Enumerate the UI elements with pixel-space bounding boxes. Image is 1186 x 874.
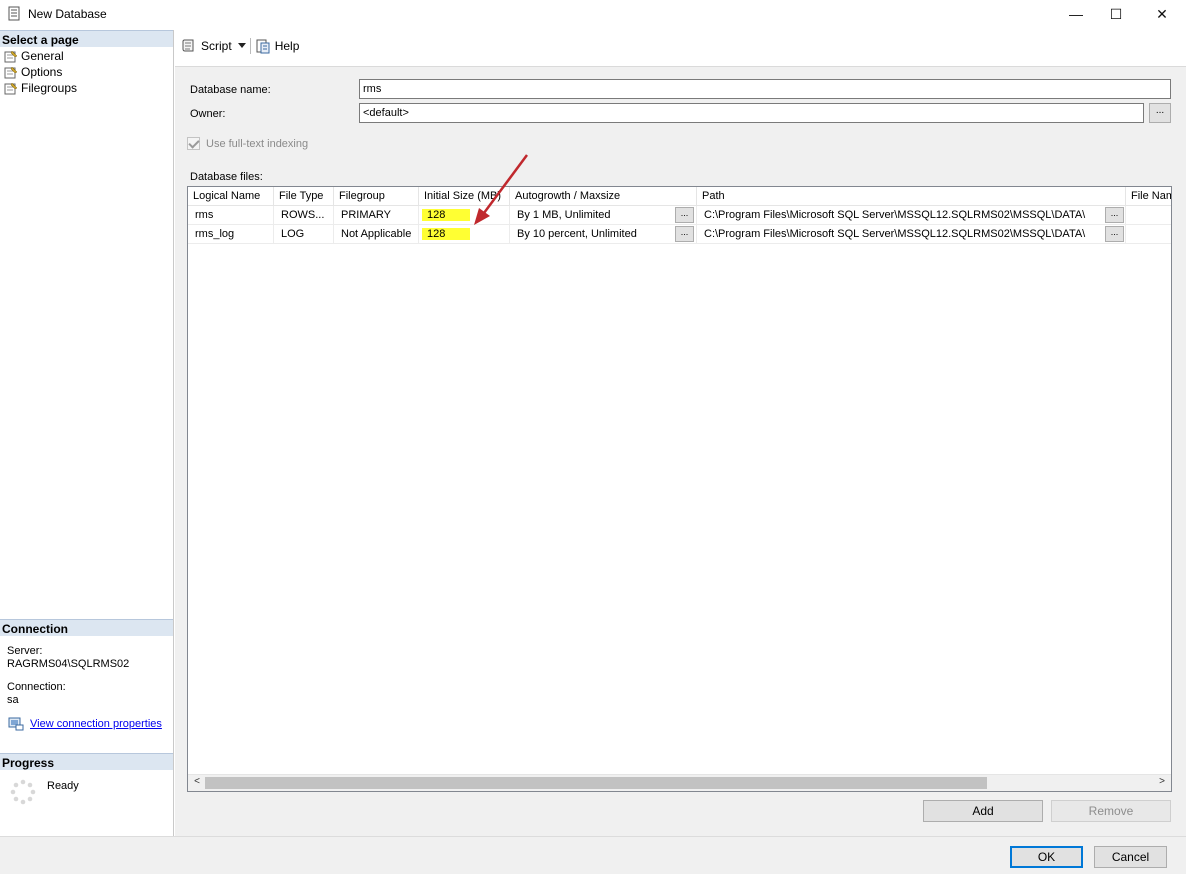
column-header-path[interactable]: Path xyxy=(697,187,1126,206)
cell-file-name[interactable] xyxy=(1126,225,1171,244)
minimize-icon: — xyxy=(1069,6,1083,22)
column-header-filegroup[interactable]: Filegroup xyxy=(334,187,419,206)
scroll-right-arrow[interactable]: > xyxy=(1154,776,1170,790)
help-icon xyxy=(256,39,270,54)
server-label: Server: xyxy=(7,645,43,657)
page-item-filegroups[interactable]: Filegroups xyxy=(4,80,77,96)
server-value: RAGRMS04\SQLRMS02 xyxy=(7,658,130,670)
remove-button[interactable]: Remove xyxy=(1051,800,1171,822)
cell-filegroup[interactable]: Not Applicable xyxy=(334,225,419,244)
left-pane: Select a page General Options Filegroups… xyxy=(0,30,174,836)
connection-properties-icon xyxy=(8,717,24,731)
table-row[interactable]: rms_log LOG Not Applicable 128 By 10 per… xyxy=(188,225,1171,244)
connection-value: sa xyxy=(7,694,19,706)
toolbar: Script Help xyxy=(175,32,1186,60)
page-wrench-icon xyxy=(4,50,18,62)
database-name-label: Database name: xyxy=(190,84,271,96)
close-icon: ✕ xyxy=(1156,5,1168,22)
general-page-panel: Database name: rms Owner: <default> ... … xyxy=(175,66,1186,836)
minimize-button[interactable]: — xyxy=(1054,0,1098,28)
initial-size-value: 128 xyxy=(422,228,470,240)
progress-status: Ready xyxy=(47,780,79,792)
add-button[interactable]: Add xyxy=(923,800,1043,822)
cell-filegroup[interactable]: PRIMARY xyxy=(334,206,419,225)
fulltext-indexing-checkbox[interactable] xyxy=(187,137,200,150)
close-button[interactable]: ✕ xyxy=(1140,0,1184,28)
path-browse-button[interactable]: ... xyxy=(1105,207,1124,223)
column-header-autogrowth[interactable]: Autogrowth / Maxsize xyxy=(510,187,697,206)
cell-logical-name[interactable]: rms_log xyxy=(188,225,274,244)
script-dropdown-button[interactable] xyxy=(237,43,246,49)
cell-file-type[interactable]: LOG xyxy=(274,225,334,244)
dialog-footer: OK Cancel xyxy=(0,836,1186,874)
cell-file-type[interactable]: ROWS... xyxy=(274,206,334,225)
autogrowth-value: By 10 percent, Unlimited xyxy=(517,228,637,240)
script-label: Script xyxy=(201,39,232,53)
column-header-initial-size[interactable]: Initial Size (MB) xyxy=(419,187,510,206)
fulltext-indexing-row: Use full-text indexing xyxy=(187,137,308,150)
chevron-down-icon xyxy=(237,43,246,48)
page-item-general[interactable]: General xyxy=(4,48,64,64)
database-files-grid: Logical Name File Type Filegroup Initial… xyxy=(187,186,1172,792)
column-header-file-type[interactable]: File Type xyxy=(274,187,334,206)
maximize-icon: ☐ xyxy=(1109,5,1123,22)
autogrowth-edit-button[interactable]: ... xyxy=(675,226,694,242)
maximize-button[interactable]: ☐ xyxy=(1094,0,1138,28)
page-item-label: General xyxy=(21,49,64,63)
help-label: Help xyxy=(274,39,300,53)
script-icon xyxy=(182,39,194,52)
grid-header: Logical Name File Type Filegroup Initial… xyxy=(188,187,1171,206)
toolbar-separator xyxy=(249,38,251,54)
page-item-label: Filegroups xyxy=(21,81,78,95)
cancel-button[interactable]: Cancel xyxy=(1094,846,1167,868)
cell-initial-size[interactable]: 128 xyxy=(419,206,510,225)
page-item-options[interactable]: Options xyxy=(4,64,62,80)
owner-label: Owner: xyxy=(190,108,226,120)
scroll-left-arrow[interactable]: < xyxy=(189,776,205,790)
table-row[interactable]: rms ROWS... PRIMARY 128 By 1 MB, Unlimit… xyxy=(188,206,1171,225)
database-name-input[interactable]: rms xyxy=(359,79,1171,99)
page-item-label: Options xyxy=(21,65,63,79)
page-wrench-icon xyxy=(4,82,18,94)
cell-file-name[interactable] xyxy=(1126,206,1171,225)
cell-path[interactable]: C:\Program Files\Microsoft SQL Server\MS… xyxy=(697,225,1126,244)
connection-label: Connection: xyxy=(7,681,66,693)
progress-header: Progress xyxy=(0,753,173,770)
cell-autogrowth[interactable]: By 10 percent, Unlimited xyxy=(510,225,697,244)
script-button[interactable]: Script xyxy=(181,38,232,54)
fulltext-indexing-label: Use full-text indexing xyxy=(206,137,309,150)
title-bar: New Database — ☐ ✕ xyxy=(0,0,1186,28)
owner-browse-button[interactable]: ... xyxy=(1149,103,1171,123)
path-value: C:\Program Files\Microsoft SQL Server\MS… xyxy=(704,209,1086,221)
select-page-header: Select a page xyxy=(0,30,173,47)
scrollbar-thumb[interactable] xyxy=(205,777,987,789)
view-connection-properties-link[interactable]: View connection properties xyxy=(8,717,162,731)
autogrowth-value: By 1 MB, Unlimited xyxy=(517,209,611,221)
cell-autogrowth[interactable]: By 1 MB, Unlimited xyxy=(510,206,697,225)
page-wrench-icon xyxy=(4,66,18,78)
path-browse-button[interactable]: ... xyxy=(1105,226,1124,242)
progress-spinner-icon xyxy=(10,779,36,805)
database-icon xyxy=(8,6,20,21)
help-button[interactable]: Help xyxy=(255,38,300,54)
database-files-label: Database files: xyxy=(190,171,263,183)
ok-button[interactable]: OK xyxy=(1010,846,1083,868)
initial-size-value: 128 xyxy=(422,209,470,221)
path-value: C:\Program Files\Microsoft SQL Server\MS… xyxy=(704,228,1086,240)
owner-input[interactable]: <default> xyxy=(359,103,1144,123)
view-connection-link-text[interactable]: View connection properties xyxy=(30,718,162,730)
cell-path[interactable]: C:\Program Files\Microsoft SQL Server\MS… xyxy=(697,206,1126,225)
connection-header: Connection xyxy=(0,619,173,636)
column-header-file-name[interactable]: File Nam xyxy=(1126,187,1171,206)
autogrowth-edit-button[interactable]: ... xyxy=(675,207,694,223)
cell-logical-name[interactable]: rms xyxy=(188,206,274,225)
cell-initial-size[interactable]: 128 xyxy=(419,225,510,244)
window-title: New Database xyxy=(28,7,107,21)
horizontal-scrollbar[interactable]: < > xyxy=(188,774,1171,791)
column-header-logical-name[interactable]: Logical Name xyxy=(188,187,274,206)
